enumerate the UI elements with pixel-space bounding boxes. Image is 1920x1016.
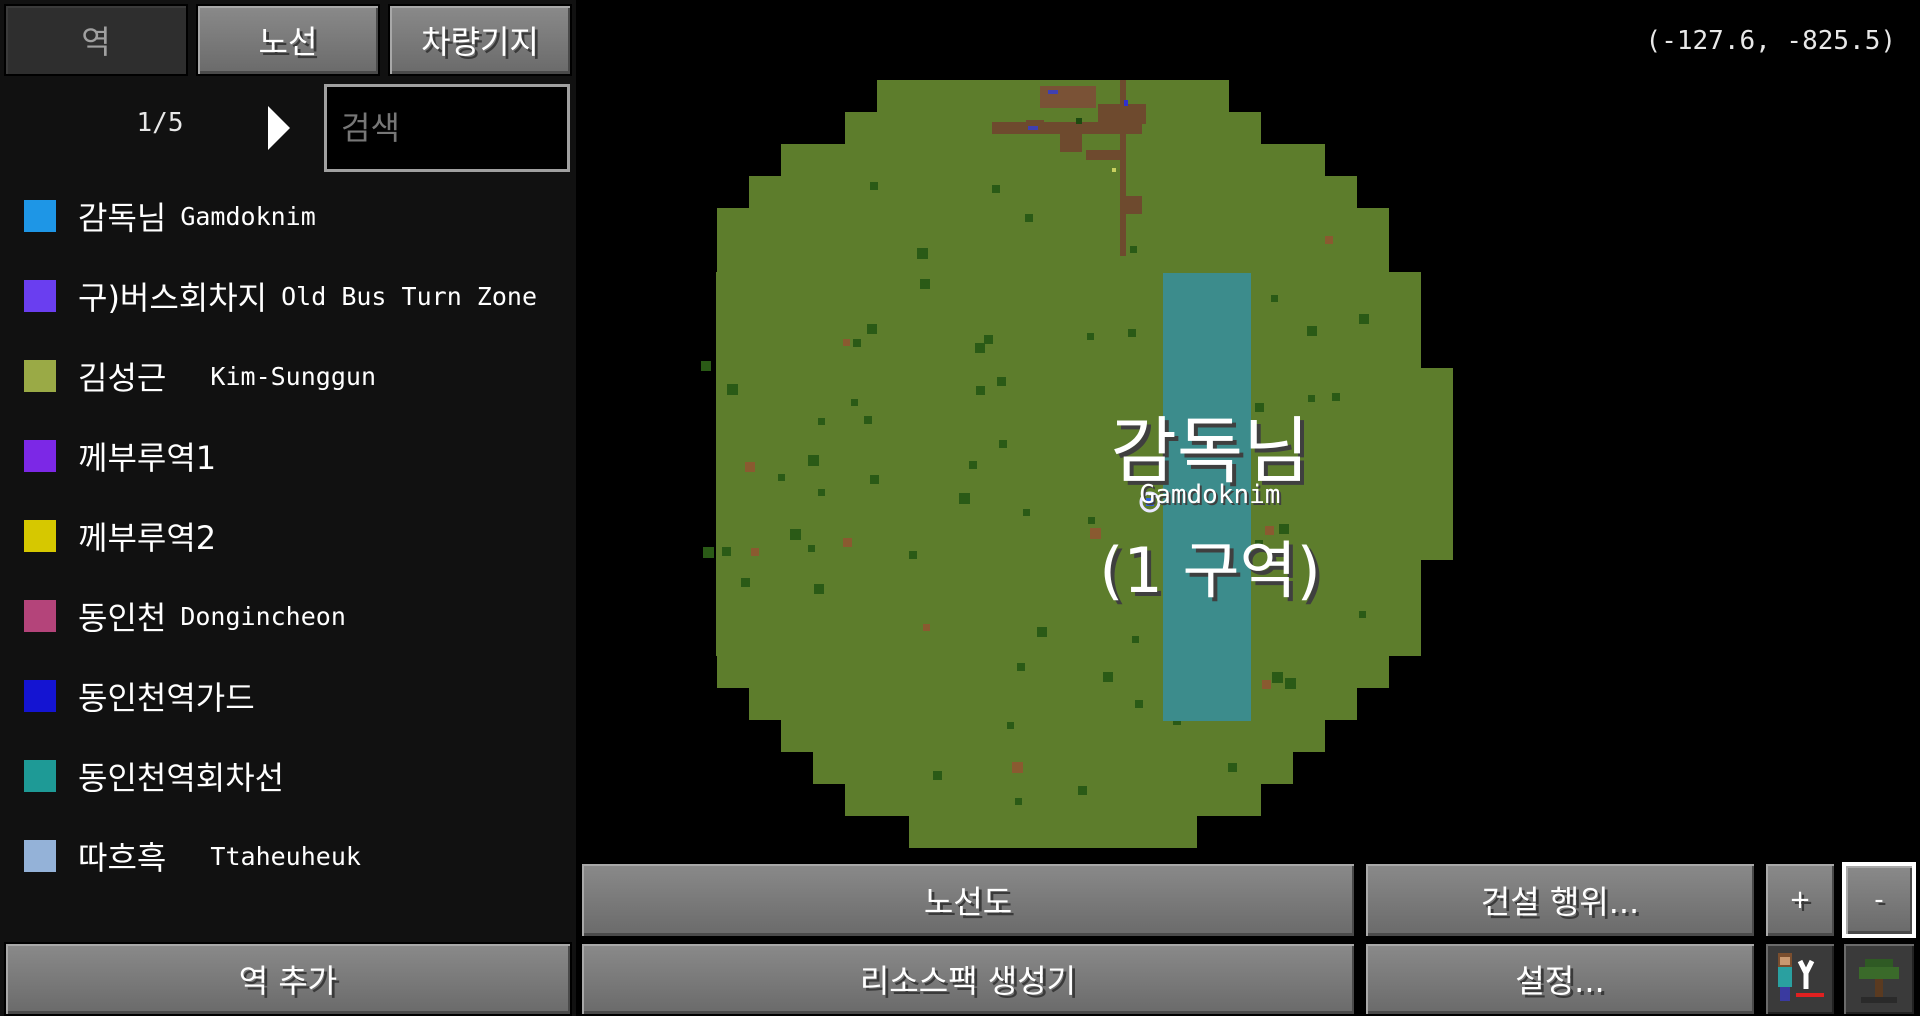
station-name-korean: 김성근 — [78, 359, 167, 397]
map-station-english-name: Gamdoknim — [1139, 480, 1281, 510]
station-list-item[interactable]: 따흐흑 Ttaheuheuk — [0, 826, 576, 886]
tab-routes[interactable]: 노선 — [196, 4, 380, 76]
route-map-button[interactable]: 노선도 — [580, 862, 1356, 938]
station-list-item[interactable]: 께부루역1 — [0, 426, 576, 486]
station-list-item[interactable]: 께부루역2 — [0, 506, 576, 566]
station-name-english: Dongincheon — [180, 601, 346, 631]
station-color-swatch — [24, 680, 56, 712]
station-name-korean: 께부루역2 — [78, 519, 217, 557]
station-color-swatch — [24, 440, 56, 472]
station-color-swatch — [24, 840, 56, 872]
tree-icon — [1859, 959, 1899, 1003]
station-name-english: Old Bus Turn Zone — [281, 281, 537, 311]
tree-view-button[interactable] — [1842, 942, 1916, 1016]
zoom-in-button[interactable]: + — [1764, 862, 1836, 938]
station-name-english: Kim-Sunggun — [180, 361, 376, 391]
tab-depots[interactable]: 차량기지 — [388, 4, 572, 76]
station-name-korean: 께부루역1 — [78, 439, 217, 477]
station-list-item[interactable]: 감독님 Gamdoknim — [0, 186, 576, 246]
station-list-item[interactable]: 동인천 Dongincheon — [0, 586, 576, 646]
player-icon — [1778, 953, 1824, 1001]
build-action-button[interactable]: 건설 행위... — [1364, 862, 1756, 938]
station-color-swatch — [24, 280, 56, 312]
coordinates-readout: (-127.6, -825.5) — [1645, 26, 1896, 56]
map-zone-label: (1 구역) — [1099, 534, 1321, 607]
player-view-button[interactable] — [1764, 942, 1836, 1016]
station-list-item[interactable]: 김성근 Kim-Sunggun — [0, 346, 576, 406]
station-color-swatch — [24, 200, 56, 232]
station-color-swatch — [24, 760, 56, 792]
search-input[interactable] — [324, 84, 570, 172]
station-name-korean: 동인천 — [78, 599, 167, 637]
station-sidebar: 역 노선 차량기지 1/5 감독님 Gamdoknim 구)버스회차지 Old Bus… — [0, 0, 576, 1016]
tab-stations[interactable]: 역 — [4, 4, 188, 76]
station-name-korean: 따흐흑 — [78, 839, 167, 877]
station-name-korean: 감독님 — [78, 199, 167, 237]
settings-button[interactable]: 설정... — [1364, 942, 1756, 1016]
resource-pack-generator-button[interactable]: 리소스팩 생성기 — [580, 942, 1356, 1016]
page-indicator: 1/5 — [136, 108, 184, 138]
station-color-swatch — [24, 360, 56, 392]
station-name-english: Ttaheuheuk — [180, 841, 361, 871]
station-name-korean: 동인천역가드 — [78, 679, 255, 717]
add-station-button[interactable]: 역 추가 — [4, 942, 572, 1016]
next-page-icon[interactable] — [268, 106, 290, 150]
station-name-korean: 동인천역회차선 — [78, 759, 285, 797]
map-terrain — [716, 80, 1453, 848]
station-list-item[interactable]: 구)버스회차지 Old Bus Turn Zone — [0, 266, 576, 326]
station-color-swatch — [24, 520, 56, 552]
station-color-swatch — [24, 600, 56, 632]
station-list-item[interactable]: 동인천역회차선 — [0, 746, 576, 806]
zoom-out-button[interactable]: - — [1842, 862, 1916, 938]
station-name-english: Gamdoknim — [180, 201, 316, 231]
station-list-item[interactable]: 동인천역가드 — [0, 666, 576, 726]
station-name-korean: 구)버스회차지 — [78, 279, 268, 317]
